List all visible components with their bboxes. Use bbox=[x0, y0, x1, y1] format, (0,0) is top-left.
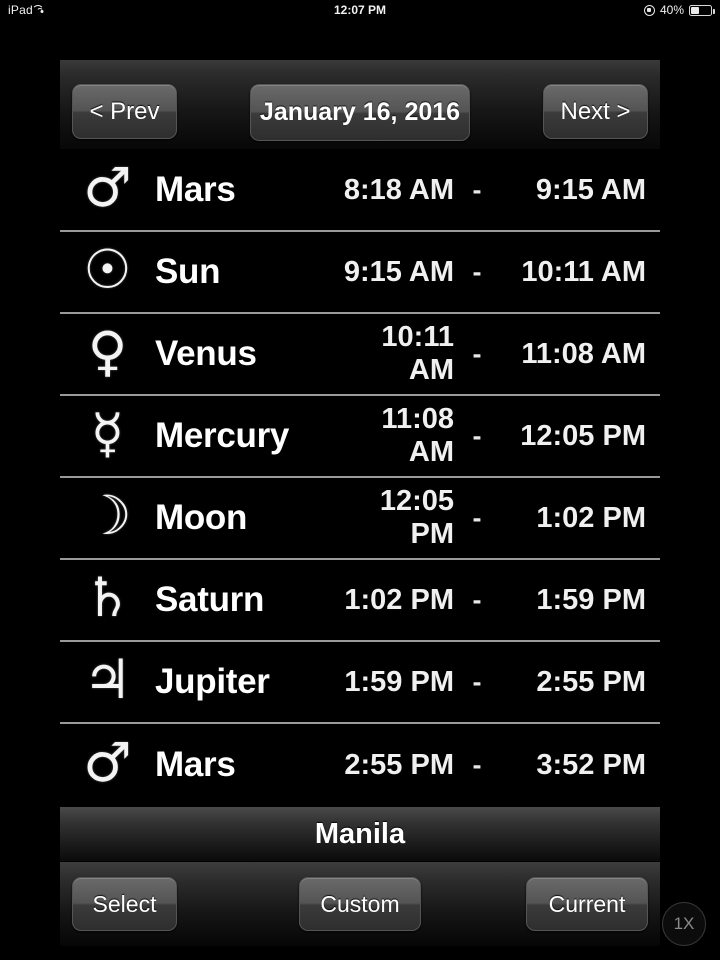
screen: iPad 12:07 PM 40% < Prev January 16, 201… bbox=[0, 0, 720, 960]
hour-start-time: 1:59 PM bbox=[344, 665, 454, 698]
app-canvas: < Prev January 16, 2016 Next > ♂ Mars 8:18… bbox=[60, 60, 660, 946]
planet-name: Mars bbox=[155, 170, 236, 209]
current-location-button[interactable]: Current bbox=[526, 877, 648, 931]
table-row[interactable]: ☽ Moon 12:05 PM - 1:02 PM bbox=[60, 478, 660, 560]
hour-end-time: 1:59 PM bbox=[536, 583, 646, 616]
hour-start-time: 2:55 PM bbox=[344, 748, 454, 781]
time-range-dash: - bbox=[472, 338, 482, 369]
bottom-toolbar: Select Custom Current bbox=[60, 861, 660, 946]
date-navigation-bar: < Prev January 16, 2016 Next > bbox=[60, 60, 660, 150]
planetary-hours-list: ♂ Mars 8:18 AM -9:15 AM ☉ Sun 9:15 AM -10:11 AM… bbox=[60, 150, 660, 806]
mars-glyph-icon: ♂ bbox=[83, 731, 132, 794]
hour-end-time: 1:02 PM bbox=[536, 501, 646, 534]
time-range-dash: - bbox=[472, 584, 482, 615]
planet-name: Moon bbox=[155, 498, 248, 537]
current-date-button[interactable]: January 16, 2016 bbox=[250, 84, 470, 141]
planet-name: Venus bbox=[155, 334, 257, 373]
table-row[interactable]: ♂ Mars 8:18 AM - 9:15 AM bbox=[60, 150, 660, 232]
hour-end-time: 12:05 PM bbox=[520, 419, 646, 452]
battery-icon bbox=[689, 4, 715, 16]
hour-end-time: 9:15 AM bbox=[535, 173, 646, 206]
location-label: Manila bbox=[60, 806, 660, 861]
planet-name: Saturn bbox=[155, 580, 265, 619]
sun-glyph-icon: ☉ bbox=[83, 238, 132, 301]
planet-name: Sun bbox=[155, 252, 221, 291]
mercury-glyph-icon: ☿ bbox=[90, 402, 125, 465]
status-bar-right: 40% bbox=[643, 0, 715, 20]
hour-start-time: 10:11 AM bbox=[381, 321, 454, 386]
status-bar: iPad 12:07 PM 40% bbox=[0, 0, 720, 20]
hour-start-time: 11:08 AM bbox=[381, 403, 454, 468]
prev-day-button[interactable]: < Prev bbox=[72, 84, 177, 139]
select-location-button[interactable]: Select bbox=[72, 877, 177, 931]
battery-percent-label: 40% bbox=[659, 3, 684, 17]
time-range-dash: - bbox=[472, 502, 482, 533]
table-row[interactable]: ♄ Saturn 1:02 PM - 1:59 PM bbox=[60, 560, 660, 642]
hour-start-time: 12:05 PM bbox=[379, 485, 454, 550]
time-range-dash: - bbox=[472, 749, 482, 780]
table-row[interactable]: ♀ Venus 10:11 AM - 11:08 AM bbox=[60, 314, 660, 396]
time-range-dash: - bbox=[472, 420, 482, 451]
moon-glyph-icon: ☽ bbox=[83, 484, 132, 547]
table-row[interactable]: ☿ Mercury 11:08 AM - 12:05 PM bbox=[60, 396, 660, 478]
rotation-lock-icon bbox=[643, 4, 655, 16]
next-day-button[interactable]: Next > bbox=[543, 84, 648, 139]
jupiter-glyph-icon: ♃ bbox=[83, 648, 132, 711]
planet-name: Mercury bbox=[155, 416, 290, 455]
hour-end-time: 10:11 AM bbox=[521, 255, 646, 288]
time-range-dash: - bbox=[472, 666, 482, 697]
hour-end-time: 3:52 PM bbox=[536, 748, 646, 781]
time-range-dash: - bbox=[472, 174, 482, 205]
status-bar-clock: 12:07 PM bbox=[333, 3, 387, 17]
table-row[interactable]: ☉ Sun 9:15 AM - 10:11 AM bbox=[60, 232, 660, 314]
planet-name: Jupiter bbox=[155, 662, 270, 701]
time-range-dash: - bbox=[472, 256, 482, 287]
custom-location-button[interactable]: Custom bbox=[299, 877, 421, 931]
table-row[interactable]: ♃ Jupiter 1:59 PM - 2:55 PM bbox=[60, 642, 660, 724]
hour-end-time: 11:08 AM bbox=[521, 337, 646, 370]
hour-start-time: 8:18 AM bbox=[343, 173, 454, 206]
hour-start-time: 1:02 PM bbox=[344, 583, 454, 616]
hour-end-time: 2:55 PM bbox=[536, 665, 646, 698]
table-row[interactable]: ♂ Mars 2:55 PM - 3:52 PM bbox=[60, 724, 660, 806]
planet-name: Mars bbox=[155, 745, 236, 784]
venus-glyph-icon: ♀ bbox=[87, 320, 128, 383]
mars-glyph-icon: ♂ bbox=[83, 156, 132, 219]
hour-start-time: 9:15 AM bbox=[343, 255, 454, 288]
scale-toggle-badge[interactable]: 1X bbox=[662, 902, 706, 946]
saturn-glyph-icon: ♄ bbox=[83, 566, 132, 629]
